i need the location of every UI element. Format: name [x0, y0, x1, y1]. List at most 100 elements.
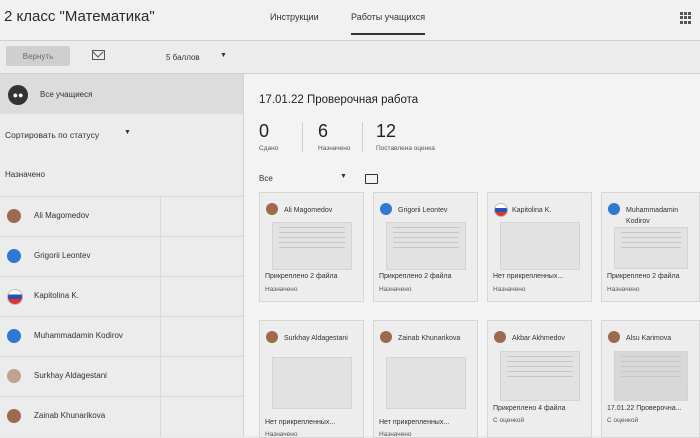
submission-card[interactable]: Grigorii Leontev Прикреплено 2 файла Наз…: [373, 192, 478, 302]
student-row[interactable]: Surkhay Aldagestani: [0, 356, 243, 397]
divider: [160, 397, 161, 437]
divider: [160, 237, 161, 277]
return-button[interactable]: Вернуть: [6, 46, 70, 66]
student-name: Zainab Khunarikova: [34, 411, 106, 420]
card-status: С оценкой: [493, 417, 525, 424]
group-icon: ●●: [8, 85, 28, 105]
attachment-thumbnail[interactable]: [614, 351, 688, 401]
avatar: [7, 409, 21, 423]
chevron-down-icon[interactable]: ▼: [340, 173, 347, 180]
chevron-down-icon[interactable]: ▼: [124, 129, 131, 136]
submission-card[interactable]: Surkhay Aldagestani Нет прикрепленных...…: [259, 320, 364, 438]
submission-card[interactable]: Akbar Akhmedov Прикреплено 4 файла С оце…: [487, 320, 592, 438]
avatar: [7, 289, 23, 305]
card-status: Назначено: [379, 431, 412, 438]
card-attachments: Нет прикрепленных...: [493, 273, 564, 280]
attachment-thumbnail[interactable]: [500, 351, 580, 401]
attachment-thumbnail[interactable]: [386, 222, 466, 270]
class-title: 2 класс "Математика": [4, 8, 155, 25]
avatar: [266, 331, 278, 343]
card-attachments: Прикреплено 4 файла: [493, 405, 566, 412]
filter-select[interactable]: Все: [259, 174, 273, 183]
card-attachments: Нет прикрепленных...: [265, 419, 336, 426]
student-row[interactable]: Muhammadamin Kodirov: [0, 316, 243, 357]
sort-select[interactable]: Сортировать по статусу: [5, 130, 99, 140]
card-student-name: Ali Magomedov: [284, 207, 333, 214]
card-status: Назначено: [265, 286, 298, 293]
avatar: [7, 369, 21, 383]
mail-icon[interactable]: [92, 50, 105, 60]
stat-value: 6: [318, 121, 329, 141]
stat-value: 0: [259, 121, 270, 141]
empty-thumbnail: [500, 222, 580, 270]
divider: [302, 122, 303, 152]
stat-label: Поставлена оценка: [376, 145, 435, 152]
avatar: [608, 331, 620, 343]
avatar: [494, 203, 508, 217]
apps-grid-icon[interactable]: [680, 12, 692, 24]
student-row[interactable]: Zainab Khunarikova: [0, 396, 243, 437]
card-attachments: Прикреплено 2 файла: [607, 273, 680, 280]
divider: [160, 197, 161, 237]
card-attachments: Прикреплено 2 файла: [265, 273, 338, 280]
main-panel: 17.01.22 Проверочная работа 0 Сдано 6 На…: [244, 74, 700, 438]
card-student-name: Grigorii Leontev: [398, 207, 448, 214]
student-name: Kapitolina K.: [34, 291, 79, 300]
student-row[interactable]: Kapitolina K.: [0, 276, 243, 317]
person-icon: [7, 329, 21, 343]
stat-label: Сдано: [259, 145, 279, 152]
divider: [160, 277, 161, 317]
card-status: Назначено: [607, 286, 640, 293]
tab-student-work[interactable]: Работы учащихся: [351, 12, 426, 35]
student-row[interactable]: Grigorii Leontev: [0, 236, 243, 277]
toolbar: Вернуть 5 баллов ▼: [0, 41, 700, 74]
card-student-name: Muhammadamin Kodirov: [626, 207, 679, 225]
card-status: Назначено: [493, 286, 526, 293]
stat-label: Назначено: [318, 145, 351, 152]
top-bar: 2 класс "Математика" Инструкции Работы у…: [0, 0, 700, 41]
student-row[interactable]: Ali Magomedov: [0, 196, 243, 237]
card-attachments: Нет прикрепленных...: [379, 419, 450, 426]
empty-thumbnail: [386, 357, 466, 409]
student-name: Surkhay Aldagestani: [34, 371, 107, 380]
stat-turned-in[interactable]: 0 Сдано: [259, 121, 278, 152]
card-status: Назначено: [379, 286, 412, 293]
divider: [160, 317, 161, 357]
person-icon: [7, 249, 21, 263]
divider: [362, 122, 363, 152]
attachment-thumbnail[interactable]: [614, 227, 688, 269]
all-students-row[interactable]: ●● Все учащиеся: [0, 74, 243, 114]
card-student-name: Zainab Khunarikova: [398, 335, 461, 342]
card-student-name: Alsu Karimova: [626, 335, 672, 342]
person-icon: [608, 203, 620, 215]
submission-card[interactable]: Zainab Khunarikova Нет прикрепленных... …: [373, 320, 478, 438]
card-attachments: Прикреплено 2 файла: [379, 273, 452, 280]
card-attachments: 17.01.22 Проверочна...: [607, 405, 682, 412]
divider: [160, 357, 161, 397]
avatar: [380, 331, 392, 343]
points-select[interactable]: 5 баллов: [166, 53, 200, 62]
attachment-thumbnail[interactable]: [272, 222, 352, 270]
stat-assigned[interactable]: 6 Назначено: [318, 121, 350, 152]
submission-card[interactable]: Kapitolina K. Нет прикрепленных... Назна…: [487, 192, 592, 302]
submission-card[interactable]: Muhammadamin Kodirov Прикреплено 2 файла…: [601, 192, 700, 302]
student-name: Ali Magomedov: [34, 211, 90, 220]
avatar: [494, 331, 506, 343]
tab-instructions[interactable]: Инструкции: [270, 12, 319, 22]
card-student-name: Kapitolina K.: [512, 207, 552, 214]
person-icon: [380, 203, 392, 215]
submission-card[interactable]: Ali Magomedov Прикреплено 2 файла Назнач…: [259, 192, 364, 302]
chevron-down-icon[interactable]: ▼: [220, 52, 227, 59]
card-status: Назначено: [265, 431, 298, 438]
all-students-label: Все учащиеся: [40, 90, 93, 99]
stat-value: 12: [376, 121, 397, 141]
student-name: Grigorii Leontev: [34, 251, 91, 260]
student-name: Muhammadamin Kodirov: [34, 331, 123, 340]
card-status: С оценкой: [607, 417, 639, 424]
stat-graded[interactable]: 12 Поставлена оценка: [376, 121, 435, 152]
submission-card[interactable]: Alsu Karimova 17.01.22 Проверочна... С о…: [601, 320, 700, 438]
group-heading: Назначено: [5, 170, 45, 179]
card-student-name: Surkhay Aldagestani: [284, 335, 348, 342]
empty-thumbnail: [272, 357, 352, 409]
folder-icon[interactable]: [365, 174, 378, 184]
